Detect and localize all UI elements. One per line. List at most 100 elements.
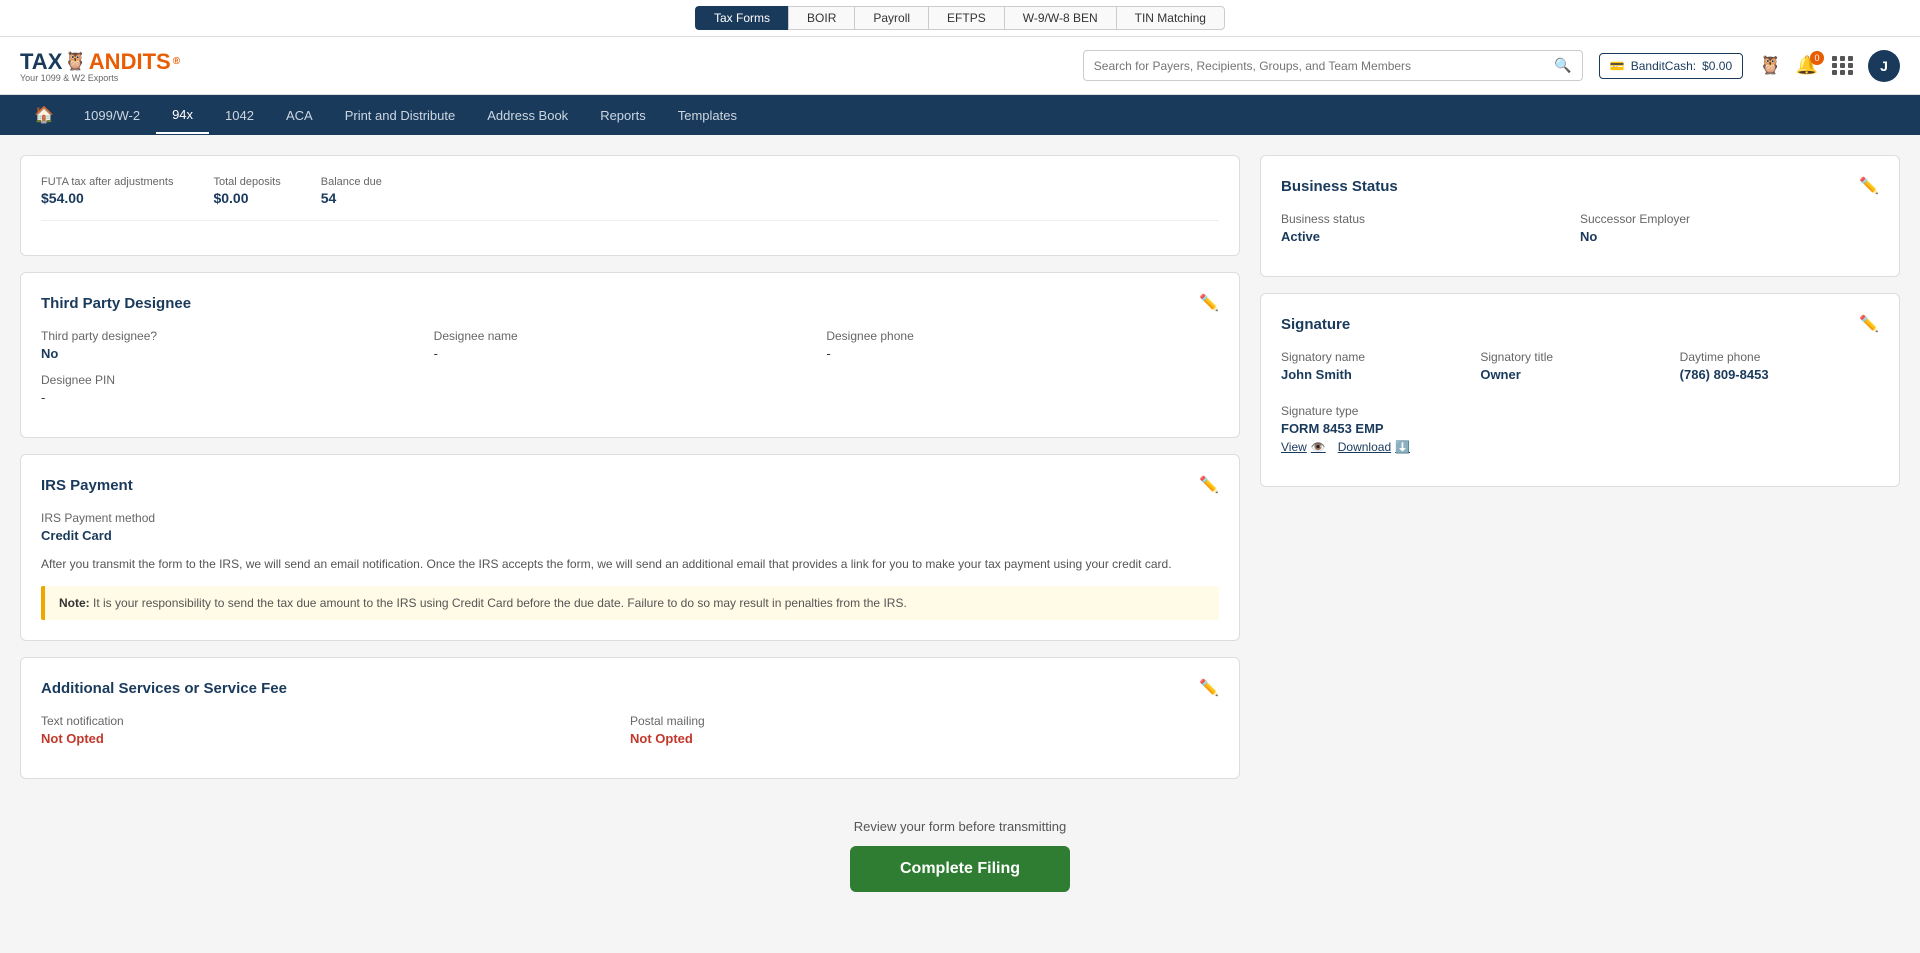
payment-method-label: IRS Payment method <box>41 511 1219 525</box>
signatory-title-label: Signatory title <box>1480 350 1679 364</box>
note-prefix: Note: <box>59 596 90 610</box>
successor-employer: Successor Employer No <box>1580 212 1879 244</box>
signature-title: Signature <box>1281 316 1350 333</box>
nav-1042[interactable]: 1042 <box>209 98 270 133</box>
business-status-card: Business Status ✏️ Business status Activ… <box>1260 155 1900 277</box>
text-notif-label: Text notification <box>41 714 630 728</box>
note-text: It is your responsibility to send the ta… <box>93 596 907 610</box>
signatory-name-label: Signatory name <box>1281 350 1480 364</box>
nav-94x[interactable]: 94x <box>156 97 209 134</box>
top-nav-tax-forms[interactable]: Tax Forms <box>695 6 788 30</box>
notification-badge: 0 <box>1810 51 1824 65</box>
sig-type-label: Signature type <box>1281 404 1879 418</box>
view-link[interactable]: View 👁️ <box>1281 440 1326 454</box>
nav-templates[interactable]: Templates <box>662 98 753 133</box>
biz-status-label: Business status <box>1281 212 1580 226</box>
balance-value: 54 <box>321 190 382 206</box>
balance-label: Balance due <box>321 176 382 188</box>
nav-address-book[interactable]: Address Book <box>471 98 584 133</box>
top-navigation: Tax Forms BOIR Payroll EFTPS W-9/W-8 BEN… <box>0 0 1920 37</box>
additional-services-card: Additional Services or Service Fee ✏️ Te… <box>20 657 1240 779</box>
footer-review-text: Review your form before transmitting <box>20 819 1900 834</box>
nav-aca[interactable]: ACA <box>270 98 329 133</box>
designee-q-value: No <box>41 346 434 361</box>
summary-card: FUTA tax after adjustments $54.00 Total … <box>20 155 1240 256</box>
avatar[interactable]: J <box>1868 50 1900 82</box>
logo: TAX 🦉 ANDITS ® Your 1099 & W2 Exports <box>20 49 180 83</box>
additional-services-info: Text notification Not Opted Postal maili… <box>41 714 1219 758</box>
top-nav-payroll[interactable]: Payroll <box>854 6 928 30</box>
download-label: Download <box>1338 440 1391 454</box>
irs-payment-card: IRS Payment ✏️ IRS Payment method Credit… <box>20 454 1240 641</box>
third-party-title: Third Party Designee <box>41 295 191 312</box>
download-link[interactable]: Download ⬇️ <box>1338 440 1410 454</box>
designee-pin: Designee PIN - <box>41 373 1219 405</box>
designee-question: Third party designee? No <box>41 329 434 361</box>
deposits-label: Total deposits <box>213 176 280 188</box>
logo-owl-icon: 🦉 <box>64 51 86 72</box>
footer: Review your form before transmitting Com… <box>0 799 1920 912</box>
apps-grid-icon[interactable] <box>1832 56 1854 75</box>
nav-print-distribute[interactable]: Print and Distribute <box>329 98 472 133</box>
designee-pin-row: Designee PIN - <box>41 373 1219 417</box>
designee-pin-value: - <box>41 390 1219 405</box>
complete-filing-button[interactable]: Complete Filing <box>850 846 1070 892</box>
bandit-cash-icon: 💳 <box>1610 59 1625 73</box>
view-eye-icon: 👁️ <box>1311 440 1326 454</box>
business-status-title: Business Status <box>1281 178 1398 195</box>
top-nav-boir[interactable]: BOIR <box>788 6 854 30</box>
deposits-summary: Total deposits $0.00 <box>213 176 280 206</box>
nav-reports[interactable]: Reports <box>584 98 662 133</box>
logo-text: TAX 🦉 ANDITS ® <box>20 49 180 75</box>
bandit-cash-value: $0.00 <box>1702 59 1732 73</box>
irs-payment-header: IRS Payment ✏️ <box>41 475 1219 495</box>
text-notification: Text notification Not Opted <box>41 714 630 746</box>
biz-status: Business status Active <box>1281 212 1580 244</box>
successor-label: Successor Employer <box>1580 212 1879 226</box>
payment-method-value: Credit Card <box>41 528 1219 543</box>
designee-name: Designee name - <box>434 329 827 361</box>
designee-name-label: Designee name <box>434 329 827 343</box>
top-nav-tin[interactable]: TIN Matching <box>1116 6 1225 30</box>
signature-info-row1: Signatory name John Smith Signatory titl… <box>1281 350 1879 394</box>
designee-phone-label: Designee phone <box>826 329 1219 343</box>
search-icon: 🔍 <box>1554 57 1571 74</box>
payment-description: After you transmit the form to the IRS, … <box>41 555 1219 574</box>
irs-payment-title: IRS Payment <box>41 477 133 494</box>
additional-services-title: Additional Services or Service Fee <box>41 680 287 697</box>
nav-home[interactable]: 🏠 <box>20 97 68 133</box>
deposits-value: $0.00 <box>213 190 280 206</box>
left-column: FUTA tax after adjustments $54.00 Total … <box>20 155 1240 779</box>
successor-value: No <box>1580 229 1879 244</box>
payment-note: Note: It is your responsibility to send … <box>41 586 1219 620</box>
nav-1099w2[interactable]: 1099/W-2 <box>68 98 156 133</box>
business-status-info: Business status Active Successor Employe… <box>1281 212 1879 256</box>
logo-tm: ® <box>173 56 180 67</box>
phone-value: (786) 809-8453 <box>1680 367 1879 382</box>
main-content: FUTA tax after adjustments $54.00 Total … <box>0 135 1920 799</box>
top-nav-w9[interactable]: W-9/W-8 BEN <box>1004 6 1116 30</box>
owl-icon[interactable]: 🦉 <box>1759 55 1781 76</box>
logo-tax: TAX <box>20 49 62 75</box>
balance-summary: Balance due 54 <box>321 176 382 206</box>
signature-edit-icon[interactable]: ✏️ <box>1859 314 1879 334</box>
bandit-cash[interactable]: 💳 BanditCash: $0.00 <box>1599 53 1743 79</box>
postal-label: Postal mailing <box>630 714 1219 728</box>
designee-q-label: Third party designee? <box>41 329 434 343</box>
third-party-card: Third Party Designee ✏️ Third party desi… <box>20 272 1240 438</box>
business-status-edit-icon[interactable]: ✏️ <box>1859 176 1879 196</box>
third-party-edit-icon[interactable]: ✏️ <box>1199 293 1219 313</box>
search-input[interactable] <box>1094 59 1547 73</box>
notification-icon[interactable]: 🔔 0 <box>1796 55 1818 76</box>
additional-services-edit-icon[interactable]: ✏️ <box>1199 678 1219 698</box>
top-nav-eftps[interactable]: EFTPS <box>928 6 1004 30</box>
signatory-title-value: Owner <box>1480 367 1679 382</box>
irs-payment-edit-icon[interactable]: ✏️ <box>1199 475 1219 495</box>
futa-label: FUTA tax after adjustments <box>41 176 173 188</box>
view-label: View <box>1281 440 1307 454</box>
designee-phone: Designee phone - <box>826 329 1219 361</box>
payment-method: IRS Payment method Credit Card <box>41 511 1219 543</box>
designee-pin-label: Designee PIN <box>41 373 1219 387</box>
futa-value: $54.00 <box>41 190 173 206</box>
third-party-info: Third party designee? No Designee name -… <box>41 329 1219 373</box>
